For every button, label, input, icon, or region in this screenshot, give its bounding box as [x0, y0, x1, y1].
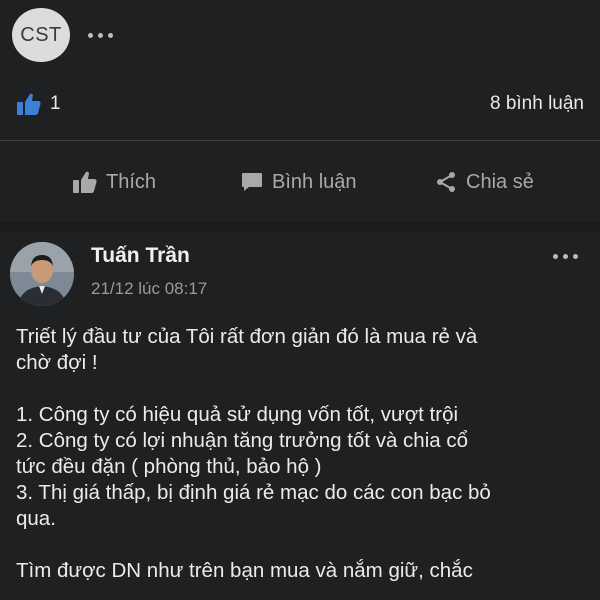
post-line: chờ đợi !: [16, 351, 98, 374]
page-avatar[interactable]: CST: [12, 8, 70, 62]
share-button[interactable]: Chia sẻ: [434, 170, 534, 194]
post-more-options-icon[interactable]: [553, 254, 578, 259]
post-line: [16, 376, 588, 402]
post-line: [16, 532, 588, 558]
like-count: 1: [50, 93, 61, 114]
page-card: CST 1 8 bình luận Thích Bình luận Chia s…: [0, 0, 600, 222]
divider: [0, 140, 600, 141]
post-line: Triết lý đầu tư của Tôi rất đơn giản đó …: [16, 325, 478, 348]
share-label: Chia sẻ: [466, 170, 534, 193]
share-icon: [437, 172, 455, 192]
more-options-icon[interactable]: [88, 32, 113, 38]
comment-button[interactable]: Bình luận: [240, 170, 357, 194]
post-line: tức đều đặn ( phòng thủ, bảo hộ ): [16, 455, 322, 478]
like-button[interactable]: Thích: [72, 170, 156, 194]
post-line: qua.: [16, 507, 56, 530]
post-line: 2. Công ty có lợi nhuận tăng trưởng tốt …: [16, 429, 469, 452]
thumbs-up-icon: [17, 93, 41, 115]
post-line: 3. Thị giá thấp, bị định giá rẻ mạc do c…: [16, 481, 491, 504]
action-bar: Thích Bình luận Chia sẻ: [0, 160, 600, 204]
reaction-summary: 1 8 bình luận: [16, 88, 584, 120]
like-label: Thích: [106, 170, 157, 193]
comment-count[interactable]: 8 bình luận: [490, 93, 584, 115]
thumbs-up-icon: [73, 171, 97, 193]
post-line: 1. Công ty có hiệu quả sử dụng vốn tốt, …: [16, 403, 459, 426]
page-header: CST: [12, 8, 113, 62]
author-avatar[interactable]: [10, 242, 74, 306]
post-line: Tìm được DN như trên bạn mua và nắm giữ,…: [16, 559, 473, 582]
comment-label: Bình luận: [272, 170, 357, 193]
post-card: Tuấn Trần 21/12 lúc 08:17 Triết lý đầu t…: [0, 232, 600, 600]
comment-bubble-icon: [242, 173, 262, 191]
avatar-photo: [10, 242, 74, 306]
post-text: Triết lý đầu tư của Tôi rất đơn giản đó …: [16, 324, 588, 584]
like-summary[interactable]: 1: [16, 92, 61, 116]
author-name[interactable]: Tuấn Trần: [91, 244, 190, 268]
post-timestamp[interactable]: 21/12 lúc 08:17: [91, 279, 207, 299]
